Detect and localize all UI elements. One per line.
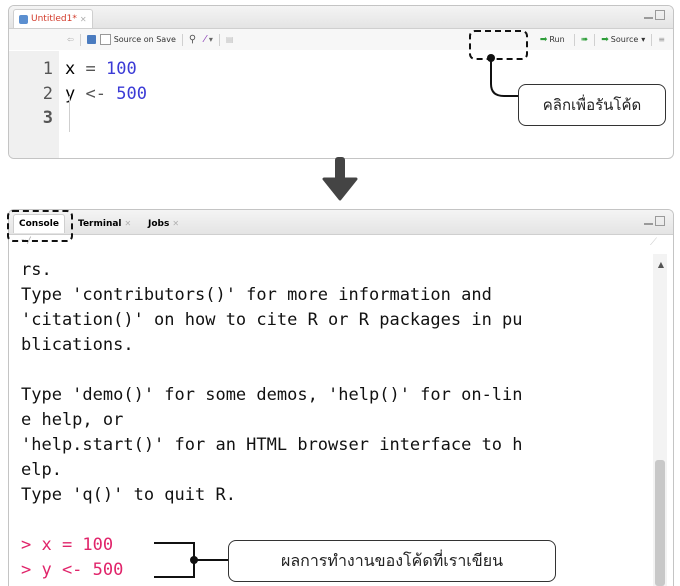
back-icon[interactable]: ⇦ bbox=[67, 35, 74, 44]
console-output-line: Type 'demo()' for some demos, 'help()' f… bbox=[21, 385, 523, 405]
console-tabbar: Console Terminal ✕ Jobs ✕ bbox=[9, 210, 673, 235]
close-icon[interactable]: ✕ bbox=[125, 219, 132, 228]
save-icon[interactable] bbox=[86, 35, 96, 44]
menu-icon[interactable]: ≡ bbox=[658, 35, 665, 44]
window-controls bbox=[644, 10, 665, 20]
search-icon[interactable]: ⚲ bbox=[189, 34, 196, 45]
console-tab-highlight bbox=[7, 210, 73, 242]
down-arrow-icon[interactable]: ▾ bbox=[209, 35, 213, 44]
console-output-line: Type 'contributors()' for more informati… bbox=[21, 285, 492, 305]
tab-title: Untitled1* bbox=[31, 14, 77, 24]
console-prompt-line: > x = 100 bbox=[21, 535, 114, 555]
maximize-icon[interactable] bbox=[655, 10, 665, 20]
console-output-line: 'citation()' on how to cite R or R packa… bbox=[21, 310, 523, 330]
console-output-line: blications. bbox=[21, 335, 134, 355]
code-identifier: y bbox=[65, 84, 76, 104]
code-line-2[interactable]: y <- 500 bbox=[65, 84, 147, 104]
broom-icon[interactable]: ⟋ bbox=[650, 237, 657, 248]
page-icon[interactable]: ▤ bbox=[226, 35, 234, 44]
console-output-line: e help, or bbox=[21, 410, 124, 430]
console-prompt-line: > y <- 500 bbox=[21, 560, 124, 580]
wand-icon[interactable]: ⁄ bbox=[204, 34, 206, 45]
run-callout: คลิกเพื่อรันโค้ด bbox=[518, 84, 666, 126]
rstudio-file-icon bbox=[19, 14, 28, 24]
window-controls bbox=[644, 216, 665, 226]
console-output-line: elp. bbox=[21, 460, 62, 480]
code-operator: <- bbox=[85, 84, 106, 104]
run-arrow-icon: ➡ bbox=[539, 34, 548, 45]
tab-jobs-label: Jobs bbox=[148, 218, 170, 229]
code-identifier: x bbox=[65, 59, 76, 79]
source-on-save-label: Source on Save bbox=[113, 35, 176, 44]
console-output-line: Type 'q()' to quit R. bbox=[21, 485, 236, 505]
down-arrow-icon: ▾ bbox=[641, 35, 646, 44]
rerun-icon[interactable]: ➠ bbox=[581, 35, 589, 45]
result-callout-connector bbox=[154, 542, 228, 578]
editor-tabbar: Untitled1* ✕ bbox=[9, 6, 673, 29]
code-number: 100 bbox=[106, 59, 137, 79]
minimize-icon[interactable] bbox=[644, 223, 653, 225]
source-on-save-checkbox[interactable] bbox=[99, 34, 111, 45]
console-scrollbar-thumb[interactable] bbox=[655, 460, 665, 586]
result-callout: ผลการทำงานของโค้ดที่เราเขียน bbox=[228, 540, 556, 582]
console-output-line: 'help.start()' for an HTML browser inter… bbox=[21, 435, 523, 455]
source-label: Source bbox=[610, 35, 639, 44]
source-icon: ➡ bbox=[601, 34, 609, 45]
run-label: Run bbox=[549, 35, 565, 44]
line-number: 2 bbox=[42, 84, 53, 104]
run-button[interactable]: ➡ Run bbox=[537, 35, 568, 45]
code-operator: = bbox=[85, 59, 96, 79]
tab-terminal[interactable]: Terminal ✕ bbox=[73, 214, 136, 233]
console-output-line: rs. bbox=[21, 260, 52, 280]
tab-terminal-label: Terminal bbox=[78, 218, 122, 229]
maximize-icon[interactable] bbox=[655, 216, 665, 226]
code-line-1[interactable]: x = 100 bbox=[65, 59, 137, 79]
minimize-icon[interactable] bbox=[644, 17, 653, 19]
scroll-up-icon[interactable]: ▲ bbox=[658, 260, 664, 269]
down-arrow-icon bbox=[322, 157, 358, 201]
text-cursor bbox=[69, 96, 70, 132]
source-editor-panel: Untitled1* ✕ ⇦ Source on Save ⚲ ⁄ ▾ ▤ ➡ … bbox=[8, 5, 674, 159]
tab-jobs[interactable]: Jobs ✕ bbox=[143, 214, 184, 233]
source-button[interactable]: ➡ Source ▾ bbox=[601, 35, 645, 45]
line-number: 1 bbox=[42, 59, 53, 79]
editor-toolbar: ⇦ Source on Save ⚲ ⁄ ▾ ▤ ➡ Run ➠ ➡ Sourc… bbox=[9, 29, 673, 50]
console-panel: Console Terminal ✕ Jobs ✕ ~/ ⟋ rs. Type … bbox=[8, 209, 674, 586]
tab-untitled1[interactable]: Untitled1* ✕ bbox=[13, 9, 93, 28]
close-icon[interactable]: ✕ bbox=[80, 15, 87, 24]
code-number: 500 bbox=[116, 84, 147, 104]
line-number: 3 bbox=[42, 108, 53, 128]
close-icon[interactable]: ✕ bbox=[172, 219, 179, 228]
